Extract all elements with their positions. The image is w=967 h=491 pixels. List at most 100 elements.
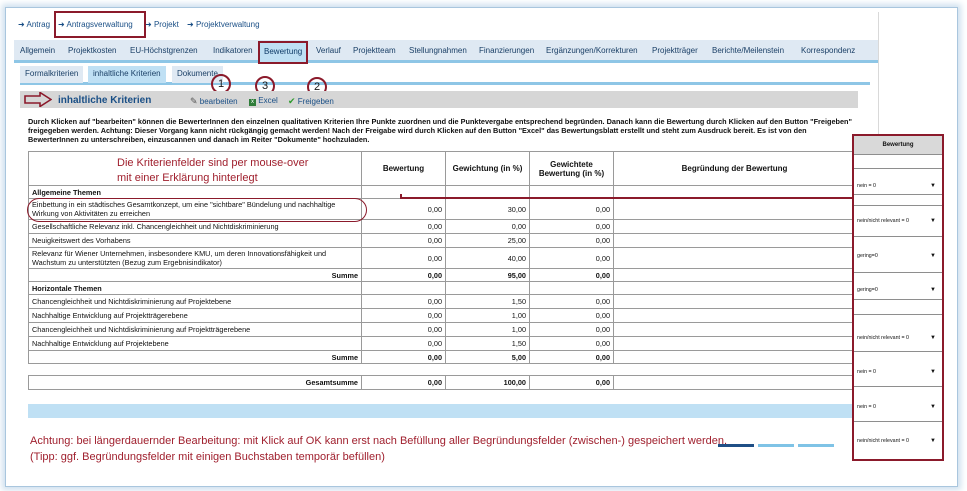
- chevron-down-icon: ▼: [930, 335, 936, 341]
- release-button[interactable]: ✔ Freigeben: [288, 96, 334, 107]
- section-title-bar: inhaltliche Kriterien ✎ bearbeiten x Exc…: [20, 91, 858, 108]
- highlight-oval: [27, 198, 367, 222]
- section-title-horizontal: Horizontale Themen: [28, 281, 362, 295]
- criterion-label: Neuigkeitswert des Vorhabens: [28, 233, 362, 248]
- tab-korrespondenz[interactable]: Korrespondenz: [801, 46, 855, 55]
- bewertung-select[interactable]: nein/nicht relevant = 0 ▼: [857, 437, 937, 446]
- chevron-down-icon: ▼: [930, 183, 936, 189]
- criteria-table: Bewertung Gewichtung (in %) Gewichtete B…: [28, 151, 856, 390]
- bewertung-side-panel: Bewertung nein = 0 ▼ nein/nicht relevant …: [852, 134, 944, 461]
- bottom-warning-note: Achtung: bei längerdauernder Bearbeitung…: [30, 435, 728, 463]
- criterion-label: Relevanz für Wiener Unternehmen, insbeso…: [28, 247, 362, 269]
- tab-eu-hoechstgrenzen[interactable]: EU-Höchstgrenzen: [130, 46, 198, 55]
- arrow-outline-icon: [24, 92, 52, 107]
- tab-berichte-meilenstein[interactable]: Berichte/Meilenstein: [712, 46, 784, 55]
- checkmark-icon: ✔: [288, 96, 296, 106]
- gewichtung-value: 1,00: [445, 322, 530, 337]
- begruendung-cell: [613, 198, 856, 220]
- bewertung-select[interactable]: nein = 0 ▼: [857, 403, 937, 412]
- subtab-formalkriterien[interactable]: Formalkriterien: [20, 66, 84, 83]
- begruendung-cell: [613, 294, 856, 309]
- gewichtet-value: 0,00: [529, 233, 614, 248]
- table-row: Neuigkeitswert des Vorhabens 0,00 25,00 …: [28, 233, 856, 248]
- tab-allgemein[interactable]: Allgemein: [20, 46, 55, 55]
- total-label: Gesamtsumme: [28, 375, 362, 390]
- tab-projektkosten[interactable]: Projektkosten: [68, 46, 116, 55]
- gewichtung-value: 1,50: [445, 336, 530, 351]
- chevron-down-icon: ▼: [930, 438, 936, 444]
- sub-tab-bar: Formalkriterien inhaltliche Kriterien Do…: [20, 66, 870, 85]
- sum-bewertung: 0,00: [361, 350, 446, 364]
- begruendung-cell: [613, 247, 856, 269]
- begruendung-cell: [613, 308, 856, 323]
- arrow-right-icon: ➜: [145, 20, 152, 29]
- excel-button[interactable]: x Excel: [249, 96, 278, 106]
- bewertung-value: 0,00: [361, 308, 446, 323]
- progress-dash: [798, 444, 834, 447]
- breadcrumb-item-antrag[interactable]: ➜ Antrag: [18, 20, 50, 29]
- breadcrumb-item-projekt[interactable]: ➜ Projekt: [145, 20, 179, 29]
- subtab-inhaltliche-kriterien[interactable]: inhaltliche Kriterien: [88, 66, 166, 83]
- select-value: nein/nicht relevant = 0: [857, 218, 909, 224]
- gewichtung-value: 1,50: [445, 294, 530, 309]
- tab-ergaenzungen-korrekturen[interactable]: Ergänzungen/Korrekturen: [546, 46, 638, 55]
- tab-verlauf[interactable]: Verlauf: [316, 46, 341, 55]
- chevron-down-icon: ▼: [930, 404, 936, 410]
- breadcrumb-label[interactable]: Projekt: [154, 20, 179, 29]
- bewertung-value: 0,00: [361, 336, 446, 351]
- table-row: Nachhaltige Entwicklung auf Projektträge…: [28, 308, 856, 323]
- criterion-label: Chancengleichheit und Nichtdiskriminieru…: [28, 322, 362, 337]
- breadcrumb-label[interactable]: Antrag: [26, 20, 50, 29]
- total-gewichtet: 0,00: [529, 375, 614, 390]
- release-label: Freigeben: [297, 97, 334, 106]
- select-value: gering=0: [857, 253, 878, 259]
- bewertung-select[interactable]: nein/nicht relevant = 0 ▼: [857, 217, 937, 226]
- gewichtet-value: 0,00: [529, 294, 614, 309]
- tab-bewertung[interactable]: Bewertung: [258, 41, 309, 64]
- breadcrumb-item-projektverwaltung[interactable]: ➜ Projektverwaltung: [187, 20, 260, 29]
- chevron-down-icon: ▼: [930, 218, 936, 224]
- bewertung-select[interactable]: nein/nicht relevant = 0 ▼: [857, 334, 937, 343]
- gewichtung-value: 30,00: [445, 198, 530, 220]
- bewertung-select[interactable]: gering=0 ▼: [857, 286, 937, 295]
- table-row: Chancengleichheit und Nichtdiskriminieru…: [28, 322, 856, 337]
- bewertung-select[interactable]: nein = 0 ▼: [857, 368, 937, 377]
- sum-label: Summe: [28, 350, 362, 364]
- tab-projekttraeger[interactable]: Projektträger: [652, 46, 698, 55]
- total-bewertung: 0,00: [361, 375, 446, 390]
- total-gewichtung: 100,00: [445, 375, 530, 390]
- begruendung-cell: [613, 219, 856, 234]
- table-footer-bar: [28, 404, 856, 418]
- gewichtung-value: 0,00: [445, 219, 530, 234]
- bewertung-value: 0,00: [361, 219, 446, 234]
- tab-projektteam[interactable]: Projektteam: [353, 46, 396, 55]
- sum-gewichtet: 0,00: [529, 350, 614, 364]
- bewertung-select[interactable]: nein = 0 ▼: [857, 182, 937, 191]
- tab-stellungnahmen[interactable]: Stellungnahmen: [409, 46, 467, 55]
- section-title-allgemein: Allgemeine Themen: [28, 185, 362, 199]
- bewertung-value: 0,00: [361, 294, 446, 309]
- chevron-down-icon: ▼: [930, 287, 936, 293]
- gewichtung-value: 1,00: [445, 308, 530, 323]
- select-value: nein = 0: [857, 183, 876, 189]
- bewertung-select[interactable]: gering=0 ▼: [857, 252, 937, 261]
- begruendung-cell: [613, 322, 856, 337]
- progress-dash: [758, 444, 794, 447]
- edit-label: bearbeiten: [199, 97, 238, 106]
- arrow-right-icon: ➜: [18, 20, 25, 29]
- arrow-right-icon: ➜: [187, 20, 194, 29]
- tab-finanzierungen[interactable]: Finanzierungen: [479, 46, 534, 55]
- tab-indikatoren[interactable]: Indikatoren: [213, 46, 253, 55]
- instructions-text: Durch Klicken auf "bearbeiten" können di…: [28, 117, 852, 144]
- sum-gewichtet: 0,00: [529, 268, 614, 282]
- edit-button[interactable]: ✎ bearbeiten: [190, 96, 238, 107]
- breadcrumb-label[interactable]: Projektverwaltung: [196, 20, 260, 29]
- table-row: Relevanz für Wiener Unternehmen, insbeso…: [28, 247, 856, 269]
- gewichtet-value: 0,00: [529, 247, 614, 269]
- bewertung-value: 0,00: [361, 233, 446, 248]
- header-begruendung: Begründung der Bewertung: [613, 151, 856, 186]
- select-value: nein/nicht relevant = 0: [857, 335, 909, 341]
- main-tab-bar: Allgemein Projektkosten EU-Höchstgrenzen…: [14, 40, 878, 64]
- gewichtet-value: 0,00: [529, 308, 614, 323]
- gewichtung-value: 40,00: [445, 247, 530, 269]
